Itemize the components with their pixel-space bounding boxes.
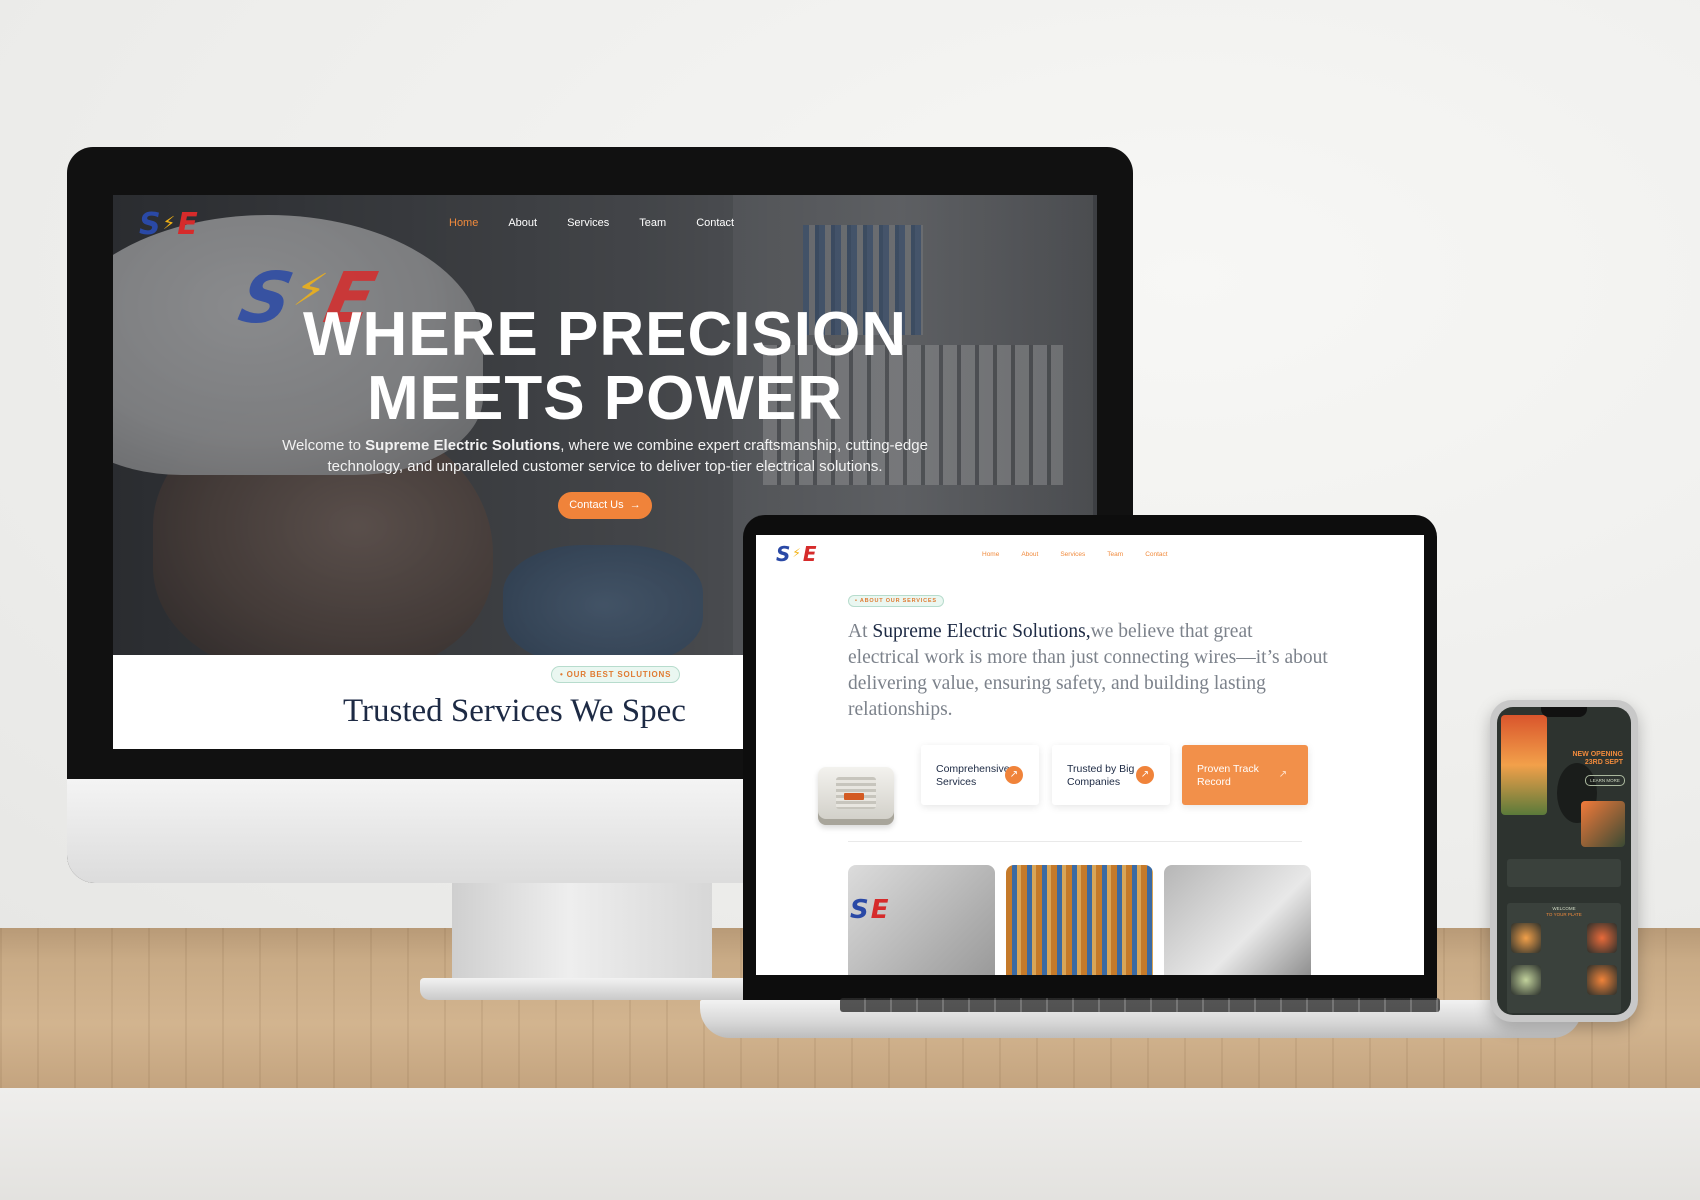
- phone-section-heading-2: TO YOUR PLATE: [1546, 912, 1582, 917]
- nav-about[interactable]: About: [508, 217, 537, 229]
- phone-restaurant-screen: NEW OPENING 23RD SEPT LEARN MORE WELCOME…: [1497, 707, 1631, 1015]
- logo-letter-s: S: [776, 542, 791, 566]
- desktop-nav: Home About Services Team Contact: [449, 217, 734, 229]
- about-services-badge: • ABOUT OUR SERVICES: [848, 595, 944, 607]
- laptop-nav-about[interactable]: About: [1021, 551, 1038, 558]
- laptop-nav-home[interactable]: Home: [982, 551, 999, 558]
- thumb-wires-image[interactable]: [1006, 865, 1153, 975]
- generator-image: [818, 767, 894, 825]
- phone-opening-date: 23RD SEPT: [1584, 759, 1623, 766]
- laptop: S ⚡ E Home About Services Team Contact •…: [743, 515, 1437, 1005]
- phone-menu-item-image: [1587, 965, 1617, 995]
- nav-contact[interactable]: Contact: [696, 217, 734, 229]
- laptop-nav-contact[interactable]: Contact: [1145, 551, 1167, 558]
- laptop-site-logo[interactable]: S ⚡ E: [776, 542, 817, 566]
- thumb-panel-image[interactable]: [1164, 865, 1311, 975]
- logo-letter-s: S: [139, 207, 161, 242]
- phone-menu-section: [1507, 903, 1621, 1013]
- logo-letter-e: E: [802, 542, 817, 566]
- nav-services[interactable]: Services: [567, 217, 609, 229]
- about-company-name: Supreme Electric Solutions,: [872, 621, 1091, 642]
- desk-front-edge: [0, 1088, 1700, 1200]
- card-trusted-by-big-companies[interactable]: Trusted by Big Companies ↗: [1052, 745, 1170, 805]
- section-badge-wrapper: • OUR BEST SOLUTIONS: [551, 664, 681, 683]
- phone-stats-row: [1507, 859, 1621, 887]
- phone-food-image: [1501, 715, 1547, 815]
- phone-learn-more-button[interactable]: LEARN MORE: [1585, 775, 1625, 786]
- about-prefix: At: [848, 621, 873, 642]
- phone-menu-item-image: [1511, 923, 1541, 953]
- monitor-stand: [452, 880, 712, 988]
- hero-title-line-2: MEETS POWER: [366, 364, 844, 433]
- lightning-bolt-icon: ⚡: [792, 546, 801, 560]
- about-paragraph: At Supreme Electric Solutions,we believe…: [848, 619, 1328, 723]
- intro-company-name: Supreme Electric Solutions: [365, 437, 561, 454]
- card-label: Proven Track Record: [1197, 763, 1259, 788]
- logo-letter-e: E: [870, 895, 889, 925]
- lightning-bolt-icon: ⚡: [162, 213, 176, 234]
- hero-title-line-1: WHERE PRECISION: [302, 300, 908, 369]
- monitor-stand-base: [420, 978, 760, 1000]
- laptop-website-screen: S ⚡ E Home About Services Team Contact •…: [756, 535, 1424, 975]
- laptop-keyboard: [840, 998, 1440, 1012]
- thumb-logo-decal: S E: [850, 895, 889, 925]
- arrow-right-icon: →: [626, 499, 641, 511]
- smartphone: NEW OPENING 23RD SEPT LEARN MORE WELCOME…: [1490, 700, 1638, 1022]
- logo-letter-e: E: [177, 207, 198, 242]
- phone-dish-image: [1581, 801, 1625, 847]
- generator-label: [844, 793, 864, 800]
- card-label: Comprehensive Services: [936, 763, 1010, 788]
- phone-menu-item-image: [1511, 965, 1541, 995]
- hero-intro-text: Welcome to Supreme Electric Solutions, w…: [263, 435, 947, 477]
- site-logo[interactable]: S ⚡ E: [139, 207, 198, 242]
- laptop-nav: Home About Services Team Contact: [982, 551, 1168, 558]
- logo-letter-s: S: [850, 895, 869, 925]
- section-divider: [848, 841, 1302, 842]
- card-proven-track-record[interactable]: Proven Track Record ↗: [1182, 745, 1308, 805]
- phone-notch: [1541, 707, 1587, 717]
- thumb-helmet-image[interactable]: S E: [848, 865, 995, 975]
- intro-prefix: Welcome to: [282, 437, 366, 454]
- laptop-nav-services[interactable]: Services: [1060, 551, 1085, 558]
- card-comprehensive-services[interactable]: Comprehensive Services ↗: [921, 745, 1039, 805]
- nav-team[interactable]: Team: [639, 217, 666, 229]
- arrow-up-right-icon: ↗: [1278, 769, 1288, 780]
- contact-us-button[interactable]: Contact Us →: [558, 492, 652, 519]
- hero-title: WHERE PRECISION MEETS POWER: [113, 303, 1097, 431]
- phone-menu-item-image: [1587, 923, 1617, 953]
- arrow-up-right-icon: ↗: [1005, 766, 1023, 784]
- laptop-nav-team[interactable]: Team: [1107, 551, 1123, 558]
- arrow-up-right-icon: ↗: [1136, 766, 1154, 784]
- section-badge: • OUR BEST SOLUTIONS: [551, 666, 681, 683]
- nav-home[interactable]: Home: [449, 217, 478, 229]
- card-label: Trusted by Big Companies: [1067, 763, 1135, 788]
- contact-us-label: Contact Us: [569, 499, 624, 511]
- phone-opening-label: NEW OPENING: [1572, 751, 1623, 758]
